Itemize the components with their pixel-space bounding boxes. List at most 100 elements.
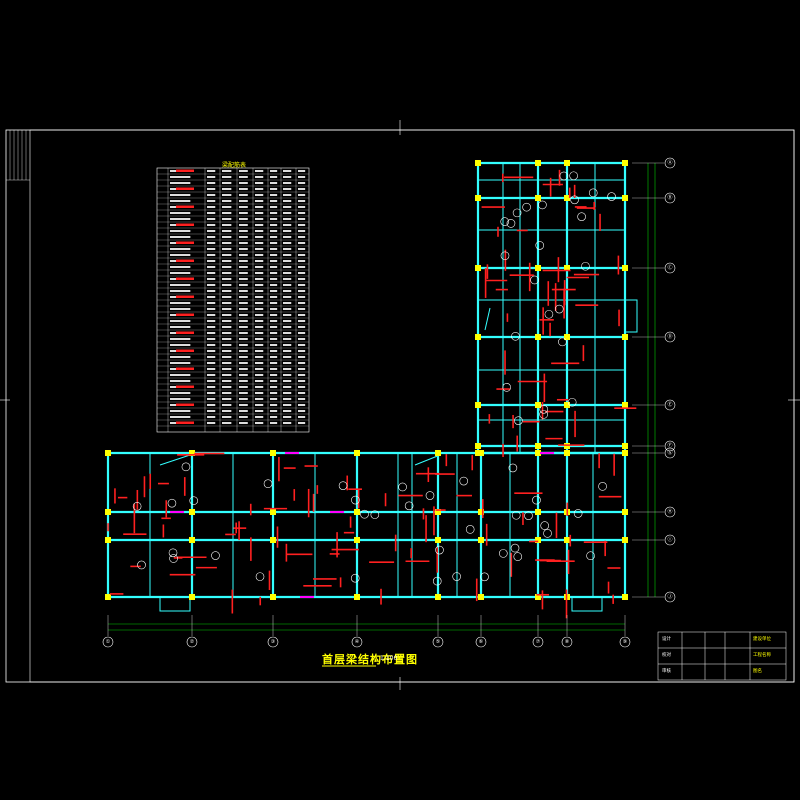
axis-label-bottom: ⑧ — [564, 639, 570, 645]
schedule-cell-mark — [239, 380, 248, 382]
projection — [159, 596, 191, 612]
schedule-cell-mark — [170, 218, 191, 220]
schedule-cell-mark — [270, 410, 278, 412]
schedule-cell-mark — [255, 248, 264, 250]
schedule-cell-mark — [255, 296, 264, 298]
schedule-cell-mark — [239, 266, 248, 268]
schedule-red-mark — [176, 241, 194, 244]
schedule-cell-mark — [222, 194, 232, 196]
schedule-cell-mark — [239, 320, 248, 322]
schedule-cell-mark — [270, 332, 278, 334]
schedule-cell-mark — [283, 350, 292, 352]
column — [475, 195, 481, 201]
schedule-cell-mark — [222, 362, 232, 364]
schedule-cell-mark — [222, 290, 232, 292]
schedule-cell-mark — [270, 188, 278, 190]
schedule-cell-mark — [207, 416, 216, 418]
schedule-cell-mark — [255, 338, 264, 340]
schedule-cell-mark — [207, 350, 216, 352]
column — [622, 195, 628, 201]
column — [535, 160, 541, 166]
schedule-cell-mark — [207, 272, 216, 274]
column — [622, 160, 628, 166]
schedule-cell-mark — [222, 176, 232, 178]
schedule-cell-mark — [170, 200, 191, 202]
schedule-cell-mark — [298, 170, 306, 172]
slab-tag — [569, 171, 578, 181]
schedule-cell-mark — [207, 332, 216, 334]
slab-tag — [543, 529, 552, 538]
schedule-cell-mark — [170, 380, 191, 382]
schedule-cell-mark — [222, 242, 232, 244]
schedule-cell-mark — [283, 170, 292, 172]
schedule-cell-mark — [170, 416, 191, 418]
schedule-cell-mark — [239, 200, 248, 202]
schedule-cell-mark — [239, 218, 248, 220]
schedule-cell-mark — [255, 242, 264, 244]
column — [270, 450, 276, 456]
schedule-cell-mark — [298, 206, 306, 208]
schedule-cell-mark — [270, 266, 278, 268]
schedule-cell-mark — [239, 416, 248, 418]
schedule-cell-mark — [239, 212, 248, 214]
schedule-red-mark — [176, 259, 194, 262]
schedule-cell-mark — [222, 212, 232, 214]
tb-label-project: 工程名称 — [753, 653, 771, 658]
schedule-cell-mark — [255, 350, 264, 352]
schedule-cell-mark — [270, 362, 278, 364]
schedule-cell-mark — [298, 212, 306, 214]
slab-tag — [465, 525, 475, 534]
column — [270, 594, 276, 600]
axis-label-bottom: ⑦ — [535, 639, 541, 645]
schedule-cell-mark — [298, 290, 306, 292]
schedule-cell-mark — [255, 212, 264, 214]
schedule-cell-mark — [283, 278, 292, 280]
schedule-cell-mark — [222, 296, 232, 298]
schedule-cell-mark — [255, 332, 264, 334]
column — [475, 450, 481, 456]
schedule-cell-mark — [270, 350, 278, 352]
binding-strip — [6, 130, 30, 181]
schedule-cell-mark — [283, 236, 292, 238]
schedule-cell-mark — [207, 170, 216, 172]
schedule-cell-mark — [298, 254, 306, 256]
schedule-cell-mark — [270, 254, 278, 256]
schedule-cell-mark — [298, 296, 306, 298]
tb-label-client: 建设单位 — [753, 637, 771, 642]
column — [564, 450, 570, 456]
schedule-cell-mark — [270, 242, 278, 244]
schedule-cell-mark — [222, 422, 232, 424]
schedule-cell-mark — [207, 422, 216, 424]
schedule-cell-mark — [298, 422, 306, 424]
schedule-cell-mark — [255, 194, 264, 196]
column — [354, 509, 360, 515]
schedule-cell-mark — [207, 242, 216, 244]
column — [622, 509, 628, 515]
schedule-cell-mark — [270, 344, 278, 346]
schedule-cell-mark — [239, 260, 248, 262]
axis-label-right: Ⓙ — [667, 594, 673, 600]
schedule-cell-mark — [255, 380, 264, 382]
schedule-cell-mark — [222, 386, 232, 388]
schedule-cell-mark — [255, 218, 264, 220]
column — [435, 537, 441, 543]
axis-label-right: Ⓔ — [667, 402, 673, 408]
slab-tag — [211, 551, 220, 560]
projection — [624, 299, 638, 333]
schedule-cell-mark — [298, 404, 306, 406]
schedule-cell-mark — [270, 314, 278, 316]
schedule-cell-mark — [270, 326, 278, 328]
schedule-cell-mark — [222, 332, 232, 334]
schedule-cell-mark — [207, 278, 216, 280]
slab-tag — [425, 491, 435, 500]
tb-label-drawing: 图名 — [753, 669, 762, 674]
schedule-cell-mark — [170, 266, 191, 268]
schedule-cell-mark — [239, 182, 248, 184]
schedule-cell-mark — [298, 344, 306, 346]
schedule-cell-mark — [298, 230, 306, 232]
schedule-cell-mark — [255, 404, 264, 406]
column — [354, 537, 360, 543]
schedule-cell-mark — [255, 302, 264, 304]
schedule-cell-mark — [170, 356, 191, 358]
column — [189, 509, 195, 515]
